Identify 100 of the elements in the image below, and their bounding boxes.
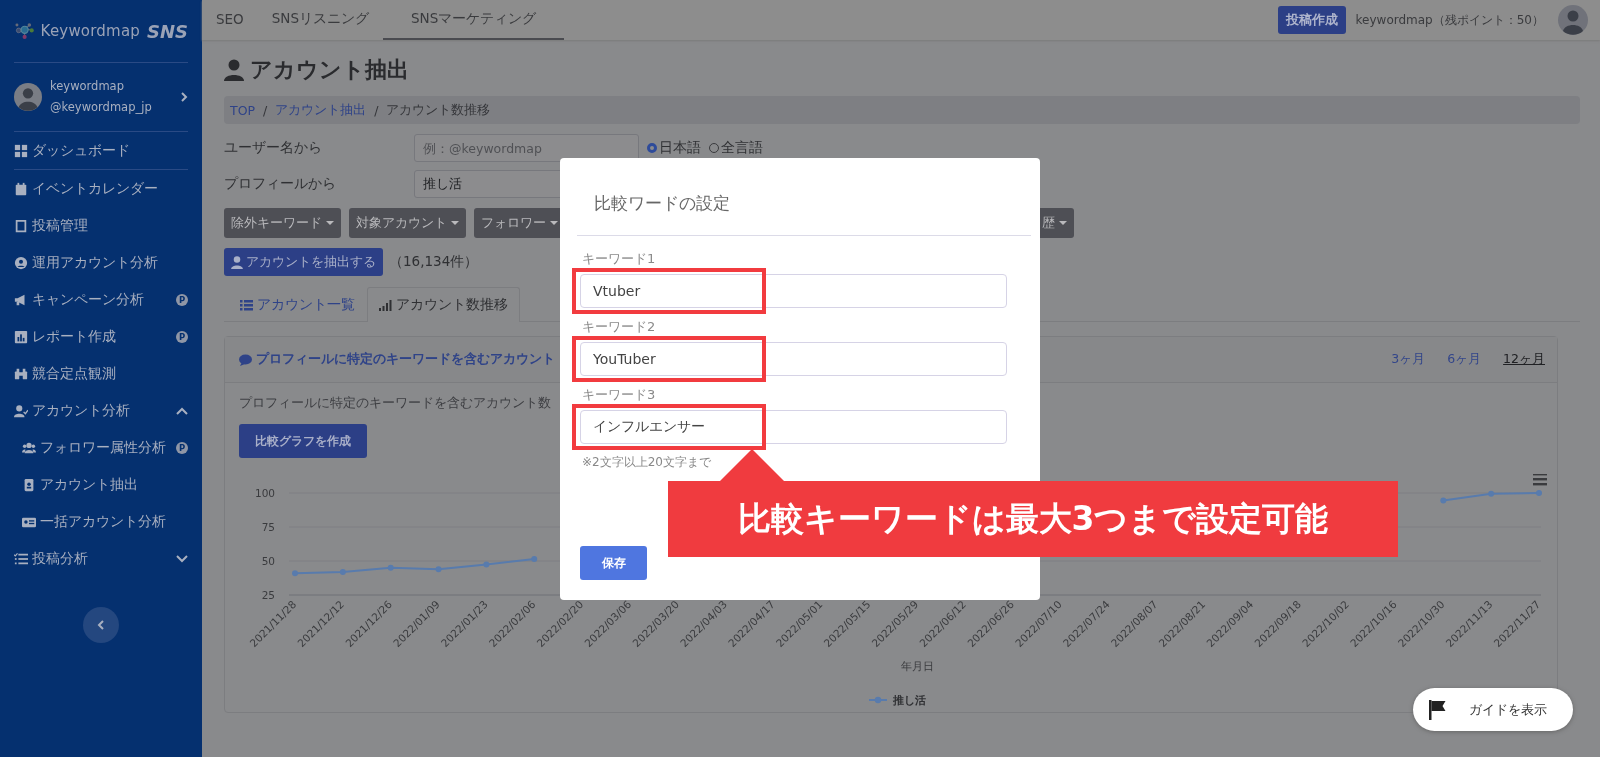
sidebar-item[interactable]: ダッシュボード bbox=[14, 132, 188, 169]
field-label: ユーザー名から bbox=[224, 139, 323, 157]
user-icon bbox=[224, 59, 244, 81]
chevron-left-icon bbox=[97, 620, 105, 630]
axis-title: 年月日 bbox=[900, 660, 934, 673]
sidebar-item[interactable]: アカウント分析 bbox=[14, 392, 188, 429]
dialog-title: 比較ワードの設定 bbox=[593, 192, 731, 215]
legend-marker-icon bbox=[868, 696, 888, 704]
premium-badge: P bbox=[176, 441, 188, 454]
avatar-icon bbox=[14, 83, 42, 111]
axis-tick-label: 100 bbox=[254, 487, 275, 499]
filter-dropdown[interactable]: 除外キーワード bbox=[224, 208, 341, 238]
chevron-down-icon[interactable] bbox=[176, 554, 188, 563]
signal-bars-icon bbox=[379, 299, 392, 311]
field-label: キーワード3 bbox=[582, 387, 656, 402]
show-guide-button[interactable]: ガイドを表示 bbox=[1413, 688, 1573, 731]
user-name[interactable]: keywordmap bbox=[50, 76, 173, 97]
axis-tick-label: 25 bbox=[261, 589, 275, 601]
nav-tab[interactable]: SNSマーケティング bbox=[383, 0, 565, 40]
caret-icon bbox=[1059, 221, 1067, 225]
data-point bbox=[339, 568, 346, 575]
nav-tab[interactable]: SEO bbox=[202, 0, 258, 40]
premium-badge: P bbox=[176, 330, 188, 343]
account-points-text: keywordmap（残ポイント：50） bbox=[1355, 11, 1544, 29]
period-link[interactable]: 12ヶ月 bbox=[1503, 351, 1545, 368]
page-title: アカウント抽出 bbox=[250, 56, 409, 84]
sidebar-subitem[interactable]: アカウント抽出 bbox=[14, 466, 188, 503]
logo-product-text: SNS bbox=[147, 20, 188, 42]
premium-badge: P bbox=[176, 293, 188, 306]
data-point bbox=[483, 561, 490, 568]
caret-icon bbox=[451, 221, 459, 225]
caret-icon bbox=[326, 221, 334, 225]
sidebar-item[interactable]: レポート作成 P bbox=[14, 318, 188, 355]
field-label: キーワード2 bbox=[582, 319, 656, 334]
users-icon bbox=[22, 440, 36, 455]
field-label: プロフィールから bbox=[224, 175, 337, 193]
logo-text: Keywordmap bbox=[40, 22, 140, 40]
data-point bbox=[1488, 490, 1495, 497]
create-comparison-chart-button[interactable]: 比較グラフを作成 bbox=[239, 424, 367, 458]
list-icon bbox=[240, 299, 253, 311]
checklist-icon bbox=[14, 551, 28, 566]
avatar-icon bbox=[1558, 5, 1588, 35]
collapse-sidebar-button[interactable] bbox=[83, 607, 119, 643]
breadcrumb-separator: / bbox=[374, 102, 379, 118]
card-title: プロフィールに特定のキーワードを含むアカウント bbox=[256, 351, 555, 368]
radio-button[interactable] bbox=[647, 143, 657, 153]
sidebar-item[interactable]: 運用アカウント分析 bbox=[14, 244, 188, 281]
sidebar-subitem[interactable]: フォロワー属性分析 P bbox=[14, 429, 188, 466]
period-link[interactable]: 6ヶ月 bbox=[1447, 351, 1482, 368]
result-count: （16,134件） bbox=[389, 253, 479, 271]
field-label: キーワード1 bbox=[582, 251, 656, 266]
nav-tab[interactable]: SNSリスニング bbox=[257, 0, 383, 40]
hint-text: ※2文字以上20文字まで bbox=[582, 454, 712, 471]
chevron-up-icon[interactable] bbox=[176, 406, 188, 415]
create-post-button[interactable]: 投稿作成 bbox=[1277, 6, 1346, 34]
breadcrumb-current: アカウント数推移 bbox=[386, 101, 491, 119]
data-point bbox=[292, 570, 298, 577]
data-point bbox=[531, 555, 538, 562]
binoculars-icon bbox=[14, 366, 28, 381]
user-handle: @keywordmap_jp bbox=[50, 99, 153, 116]
sidebar-item[interactable]: 投稿管理 bbox=[14, 207, 188, 244]
axis-tick-label: 50 bbox=[261, 555, 275, 567]
view-tab[interactable]: アカウント一覧 bbox=[228, 287, 367, 322]
radio-label[interactable]: 日本語 bbox=[659, 139, 701, 157]
save-button[interactable]: 保存 bbox=[580, 546, 647, 580]
sidebar-item[interactable]: 投稿分析 bbox=[14, 540, 188, 577]
keyword-input[interactable]: インフルエンサー bbox=[580, 410, 1007, 444]
bar-chart-icon bbox=[14, 329, 28, 344]
dashboard-icon bbox=[14, 143, 28, 158]
megaphone-icon bbox=[14, 292, 28, 307]
chart-menu-icon[interactable] bbox=[1533, 474, 1547, 486]
legend-label[interactable]: 推し活 bbox=[893, 694, 926, 707]
breadcrumb-separator: / bbox=[263, 102, 268, 118]
extract-accounts-button[interactable]: アカウントを抽出する bbox=[224, 248, 383, 276]
filter-dropdown[interactable]: 対象アカウント bbox=[349, 208, 466, 238]
username-input[interactable]: 例：@keywordmap bbox=[414, 134, 639, 162]
keyword-input[interactable]: YouTuber bbox=[580, 342, 1007, 376]
data-point bbox=[387, 564, 394, 571]
card-description: プロフィールに特定のキーワードを含むアカウント数 bbox=[239, 395, 551, 412]
data-point bbox=[1536, 490, 1542, 496]
breadcrumb-link[interactable]: アカウント抽出 bbox=[275, 101, 367, 119]
data-point bbox=[435, 566, 442, 573]
sidebar-item[interactable]: キャンペーン分析 P bbox=[14, 281, 188, 318]
tablet-icon bbox=[14, 218, 28, 233]
sidebar-subitem[interactable]: 一括アカウント分析 bbox=[14, 503, 188, 540]
user-circle-icon bbox=[14, 255, 28, 270]
id-badge-icon bbox=[22, 477, 36, 492]
sidebar-item[interactable]: 競合定点観測 bbox=[14, 355, 188, 392]
keyword-input[interactable]: Vtuber bbox=[580, 274, 1007, 308]
user-check-icon bbox=[14, 403, 28, 418]
data-point bbox=[1440, 497, 1447, 504]
radio-label[interactable]: 全言語 bbox=[721, 139, 763, 157]
axis-tick-label: 75 bbox=[261, 521, 275, 533]
chevron-right-icon[interactable] bbox=[181, 92, 188, 102]
sidebar-item[interactable]: イベントカレンダー bbox=[14, 170, 188, 207]
view-tab[interactable]: アカウント数推移 bbox=[367, 287, 520, 322]
user-icon bbox=[231, 255, 243, 269]
flag-icon bbox=[1429, 699, 1447, 720]
calendar-icon bbox=[14, 181, 28, 196]
period-link[interactable]: 3ヶ月 bbox=[1391, 351, 1426, 368]
